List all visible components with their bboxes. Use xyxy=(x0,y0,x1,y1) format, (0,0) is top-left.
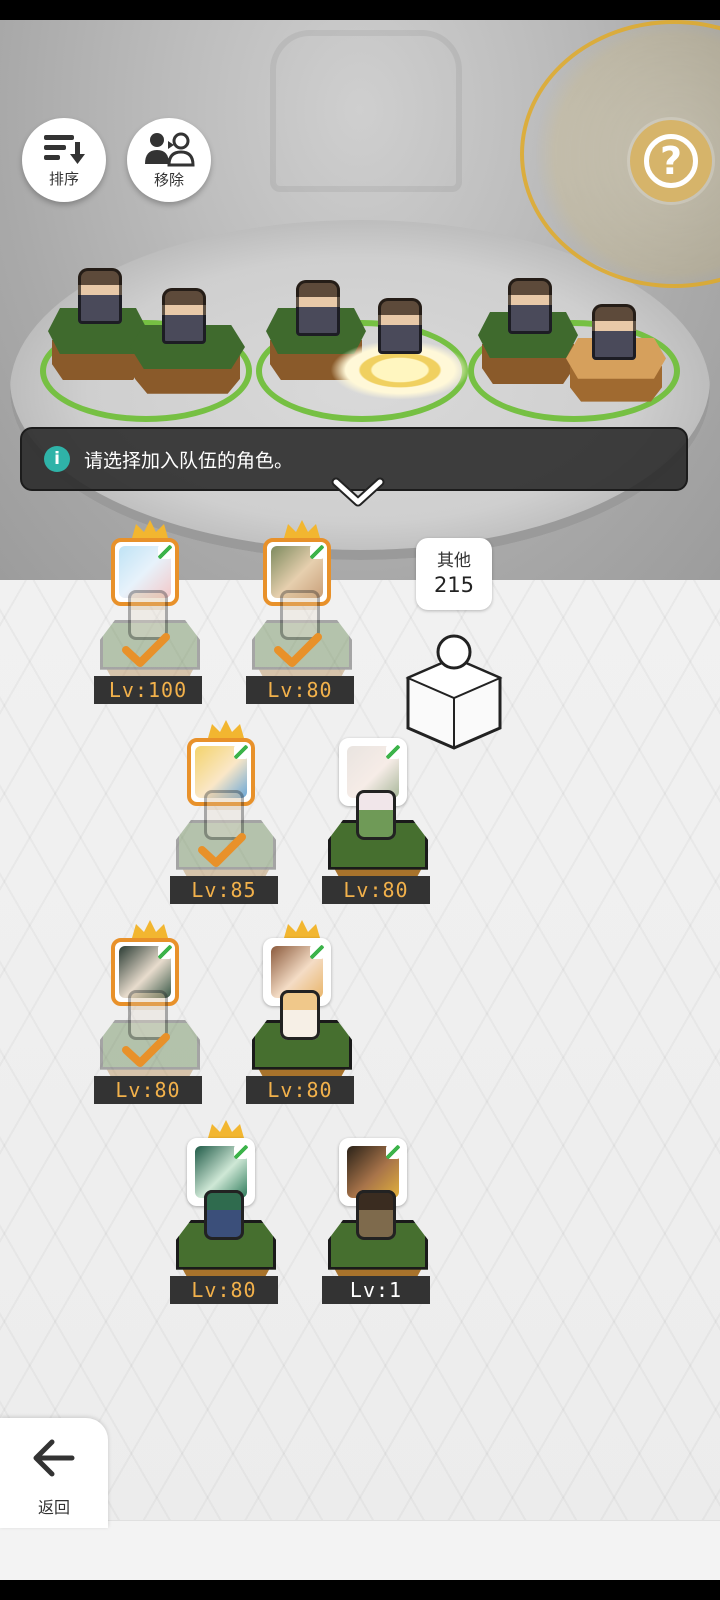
roster-card-3[interactable]: Lv:85 xyxy=(170,720,282,920)
arena-emblem xyxy=(270,30,462,192)
back-arrow-icon xyxy=(33,1439,75,1477)
element-icon xyxy=(386,1145,400,1159)
crown-icon xyxy=(208,1120,244,1138)
formation-character-5 xyxy=(508,278,552,334)
help-icon: ? xyxy=(644,134,698,188)
element-icon xyxy=(158,945,172,959)
sort-icon xyxy=(44,134,85,164)
crown-icon xyxy=(284,520,320,538)
formation-character-2 xyxy=(162,288,206,344)
element-icon xyxy=(310,545,324,559)
level-badge: Lv:80 xyxy=(170,1276,278,1304)
check-icon xyxy=(274,633,322,667)
character-sprite xyxy=(204,1190,244,1240)
crown-icon xyxy=(284,920,320,938)
character-sprite xyxy=(280,990,320,1040)
remove-member-icon xyxy=(145,132,195,166)
crown-icon xyxy=(132,520,168,538)
system-nav-bar xyxy=(0,1580,720,1600)
level-badge: Lv:100 xyxy=(94,676,202,704)
formation-character-1 xyxy=(78,268,122,324)
formation-character-4 xyxy=(378,298,422,354)
element-icon xyxy=(158,545,172,559)
bottom-bar xyxy=(0,1520,720,1580)
sort-button[interactable]: 排序 xyxy=(22,118,106,202)
status-bar xyxy=(0,0,720,20)
back-label: 返回 xyxy=(37,1498,70,1517)
roster-card-1[interactable]: Lv:100 xyxy=(94,520,206,720)
element-icon xyxy=(386,745,400,759)
level-badge: Lv:80 xyxy=(246,1076,354,1104)
other-count: 215 xyxy=(433,573,475,597)
remove-label: 移除 xyxy=(153,170,184,189)
crown-icon xyxy=(132,920,168,938)
roster-card-4[interactable]: Lv:80 xyxy=(322,720,434,920)
level-badge: Lv:85 xyxy=(170,876,278,904)
check-icon xyxy=(122,1033,170,1067)
crown-icon xyxy=(208,720,244,738)
back-button[interactable]: 返回 xyxy=(0,1418,108,1528)
check-icon xyxy=(122,633,170,667)
roster-card-5[interactable]: Lv:80 xyxy=(94,920,206,1120)
character-sprite xyxy=(356,1190,396,1240)
element-icon xyxy=(310,945,324,959)
formation-character-3 xyxy=(296,280,340,336)
other-label: 其他 xyxy=(437,551,471,571)
level-badge: Lv:80 xyxy=(94,1076,202,1104)
sort-label: 排序 xyxy=(48,169,79,188)
formation-character-6 xyxy=(592,304,636,360)
team-formation-screen: 排序 移除 ? i 请选择加入队伍的角色。 其他 215 Lv:100 Lv:8… xyxy=(0,20,720,1580)
help-button[interactable]: ? xyxy=(630,120,712,202)
element-icon xyxy=(234,745,248,759)
roster-card-6[interactable]: Lv:80 xyxy=(246,920,358,1120)
character-sprite xyxy=(356,790,396,840)
roster-card-7[interactable]: Lv:80 xyxy=(170,1120,282,1320)
level-badge: Lv:80 xyxy=(322,876,430,904)
check-icon xyxy=(198,833,246,867)
element-icon xyxy=(234,1145,248,1159)
instruction-text: 请选择加入队伍的角色。 xyxy=(84,449,294,472)
chevron-down-icon[interactable] xyxy=(330,472,386,512)
roster-card-8[interactable]: Lv:1 xyxy=(322,1120,434,1320)
info-icon: i xyxy=(44,446,70,472)
level-badge: Lv:1 xyxy=(322,1276,430,1304)
level-badge: Lv:80 xyxy=(246,676,354,704)
roster-card-2[interactable]: Lv:80 xyxy=(246,520,358,720)
remove-button[interactable]: 移除 xyxy=(127,118,211,202)
other-characters-tooltip[interactable]: 其他 215 xyxy=(416,538,492,610)
